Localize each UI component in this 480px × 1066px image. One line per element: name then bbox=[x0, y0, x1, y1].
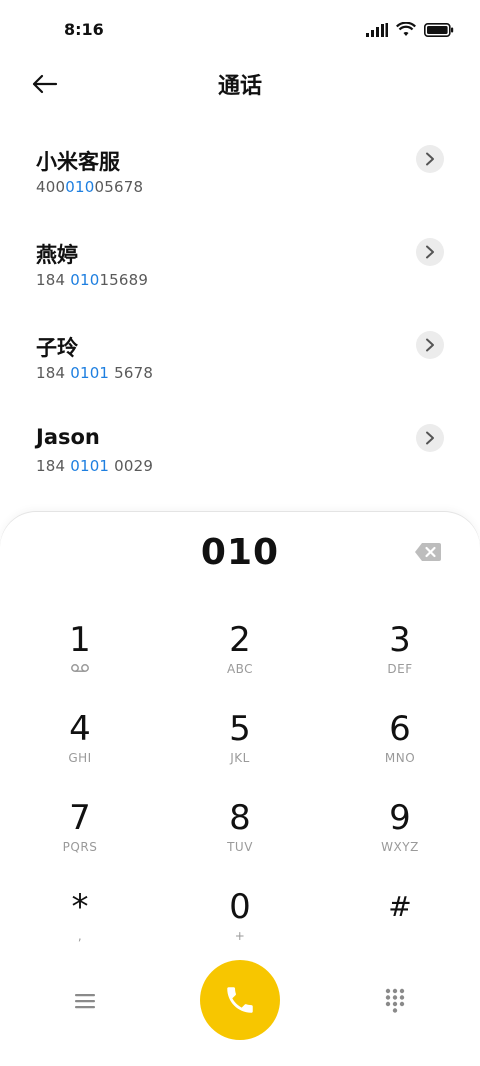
number-prefix: 184 bbox=[36, 457, 71, 475]
key-0[interactable]: 0 + bbox=[180, 889, 300, 969]
number-prefix: 184 bbox=[36, 271, 71, 289]
key-letters: JKL bbox=[230, 751, 250, 765]
voicemail-icon bbox=[20, 662, 140, 676]
key-9[interactable]: 9 WXYZ bbox=[340, 800, 460, 880]
number-match: 010 bbox=[65, 178, 95, 196]
contact-item[interactable]: Jason 184 0101 0029 bbox=[0, 407, 480, 500]
key-7[interactable]: 7 PQRS bbox=[20, 800, 140, 880]
key-digit: 4 bbox=[69, 709, 91, 749]
number-suffix: 5678 bbox=[109, 364, 154, 382]
menu-icon bbox=[75, 994, 95, 1009]
key-5[interactable]: 5 JKL bbox=[180, 711, 300, 791]
key-4[interactable]: 4 GHI bbox=[20, 711, 140, 791]
key-digit: 2 bbox=[229, 620, 251, 660]
contact-item[interactable]: 燕婷 184 01015689 bbox=[0, 221, 480, 314]
key-star[interactable]: * , bbox=[20, 889, 140, 969]
key-3[interactable]: 3 DEF bbox=[340, 622, 460, 702]
contact-name: Jason bbox=[36, 425, 100, 449]
key-letters: DEF bbox=[387, 662, 413, 676]
number-prefix: 184 bbox=[36, 364, 71, 382]
key-digit: 9 bbox=[389, 798, 411, 838]
call-button[interactable] bbox=[200, 960, 280, 1040]
dialpad-toggle-button[interactable] bbox=[376, 984, 414, 1018]
contact-details-button[interactable] bbox=[416, 238, 444, 266]
key-letters: , bbox=[77, 929, 83, 943]
wifi-icon bbox=[396, 22, 416, 36]
status-bar: 8:16 bbox=[0, 0, 480, 62]
key-letters: ABC bbox=[226, 662, 254, 676]
phone-icon bbox=[227, 987, 253, 1013]
key-digit: 3 bbox=[389, 620, 411, 660]
backspace-icon bbox=[415, 543, 441, 561]
backspace-button[interactable] bbox=[414, 542, 442, 562]
chevron-right-icon bbox=[426, 245, 434, 259]
key-digit: 6 bbox=[389, 709, 411, 749]
number-match: 0101 bbox=[70, 457, 110, 475]
dialer-bottom-bar bbox=[0, 960, 480, 1040]
dialpad-panel: 010 1 2 ABC 3 DEF 4 GHI 5 JKL 6 MNO 7 PQ… bbox=[0, 512, 480, 1066]
key-letters: MNO bbox=[384, 751, 416, 765]
key-digit: 0 bbox=[229, 887, 251, 927]
status-icons bbox=[366, 22, 454, 38]
number-match: 0101 bbox=[70, 364, 110, 382]
number-suffix: 05678 bbox=[94, 178, 144, 196]
key-digit: # bbox=[388, 890, 412, 923]
number-match: 010 bbox=[70, 271, 100, 289]
signal-icon bbox=[366, 23, 388, 37]
key-1[interactable]: 1 bbox=[20, 622, 140, 702]
contact-number: 184 01015689 bbox=[36, 271, 148, 289]
contact-name: 燕婷 bbox=[36, 243, 78, 267]
key-digit: 5 bbox=[229, 709, 251, 749]
header: 通话 bbox=[0, 62, 480, 106]
key-letters: TUV bbox=[227, 840, 253, 854]
chevron-right-icon bbox=[426, 338, 434, 352]
chevron-right-icon bbox=[426, 152, 434, 166]
contact-item[interactable]: 小米客服 40001005678 bbox=[0, 128, 480, 221]
number-prefix: 400 bbox=[36, 178, 66, 196]
page-title: 通话 bbox=[217, 74, 262, 99]
number-suffix: 15689 bbox=[99, 271, 149, 289]
status-time: 8:16 bbox=[64, 20, 104, 39]
key-letters: WXYZ bbox=[381, 840, 419, 854]
dialed-number[interactable]: 010 bbox=[0, 532, 480, 573]
key-letters: GHI bbox=[68, 751, 92, 765]
contact-details-button[interactable] bbox=[416, 424, 444, 452]
key-digit: 1 bbox=[69, 620, 91, 660]
key-hash[interactable]: # bbox=[340, 889, 460, 969]
contact-number: 40001005678 bbox=[36, 178, 143, 196]
contact-details-button[interactable] bbox=[416, 145, 444, 173]
contact-list: 小米客服 40001005678 燕婷 184 01015689 子玲 184 … bbox=[0, 128, 480, 500]
key-8[interactable]: 8 TUV bbox=[180, 800, 300, 880]
chevron-right-icon bbox=[426, 431, 434, 445]
key-digit: * bbox=[71, 887, 89, 927]
key-digit: 7 bbox=[69, 798, 91, 838]
contact-number: 184 0101 0029 bbox=[36, 457, 153, 475]
menu-button[interactable] bbox=[66, 986, 104, 1016]
key-6[interactable]: 6 MNO bbox=[340, 711, 460, 791]
key-letters: + bbox=[234, 929, 246, 943]
contact-item[interactable]: 子玲 184 0101 5678 bbox=[0, 314, 480, 407]
battery-icon bbox=[424, 23, 454, 37]
key-2[interactable]: 2 ABC bbox=[180, 622, 300, 702]
contact-number: 184 0101 5678 bbox=[36, 364, 153, 382]
number-suffix: 0029 bbox=[109, 457, 154, 475]
dialpad-icon bbox=[385, 988, 405, 1013]
contact-details-button[interactable] bbox=[416, 331, 444, 359]
contact-name: 小米客服 bbox=[36, 150, 120, 174]
contact-name: 子玲 bbox=[36, 336, 78, 360]
key-letters: PQRS bbox=[62, 840, 98, 854]
key-digit: 8 bbox=[229, 798, 251, 838]
